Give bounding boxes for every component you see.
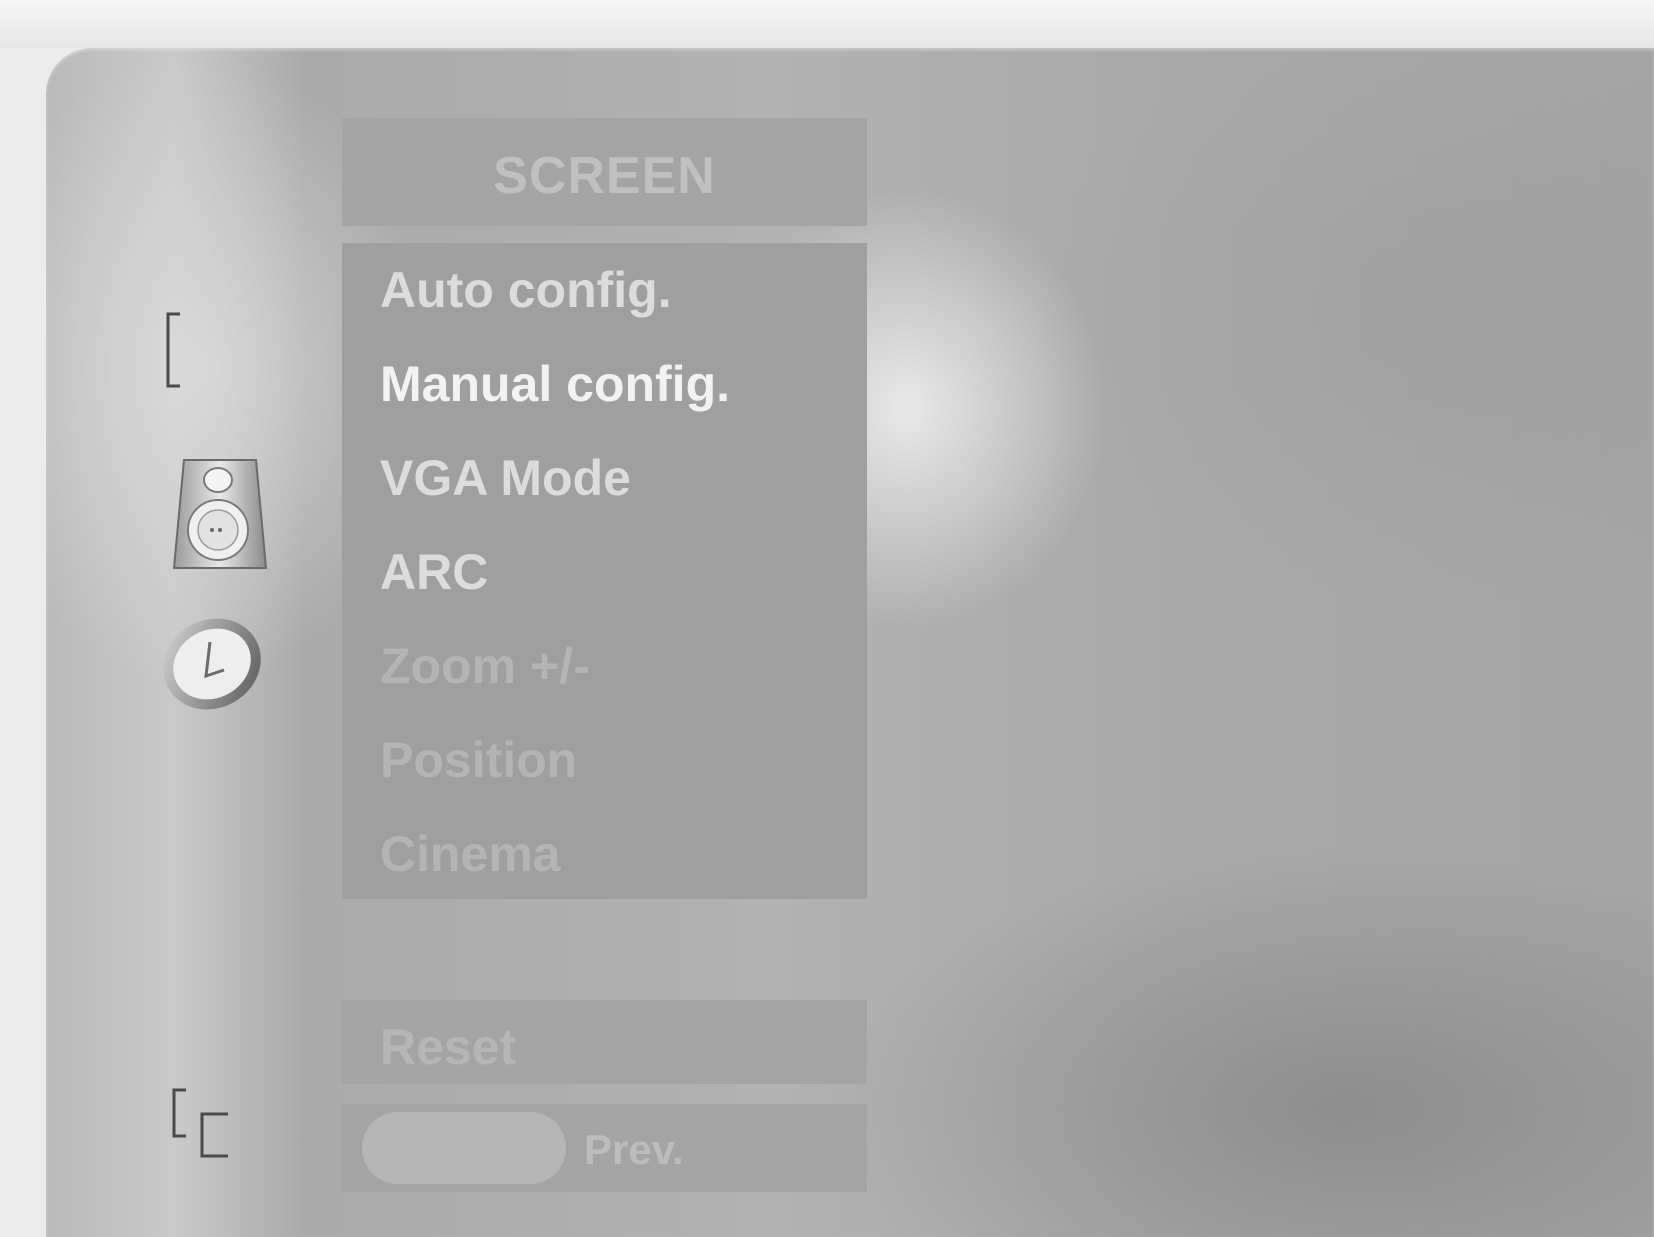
screen-corners-icon[interactable] [170, 1088, 236, 1158]
menu-item-auto-config[interactable]: Auto config. [380, 261, 672, 319]
menu-title: SCREEN [493, 147, 716, 205]
background-top [0, 0, 1654, 48]
menu-item-arc[interactable]: ARC [380, 543, 488, 601]
clock-icon[interactable] [158, 612, 268, 716]
prev-bar: Prev. [342, 1104, 867, 1192]
menu-list: Auto config. Manual config. VGA Mode ARC… [342, 243, 867, 899]
menu-title-bar: SCREEN [342, 118, 867, 226]
menu-item-position[interactable]: Position [380, 731, 577, 789]
menu-item-cinema[interactable]: Cinema [380, 825, 561, 883]
menu-item-zoom[interactable]: Zoom +/- [380, 637, 590, 695]
menu-item-vga-mode[interactable]: VGA Mode [380, 449, 631, 507]
prev-label: Prev. [584, 1126, 684, 1173]
speaker-icon[interactable] [172, 458, 268, 570]
menu-item-manual-config[interactable]: Manual config. [380, 355, 730, 413]
prev-button[interactable] [362, 1112, 566, 1184]
reset-button[interactable]: Reset [342, 1000, 867, 1084]
picture-bracket-icon[interactable] [162, 312, 186, 388]
reset-label: Reset [380, 1019, 517, 1075]
